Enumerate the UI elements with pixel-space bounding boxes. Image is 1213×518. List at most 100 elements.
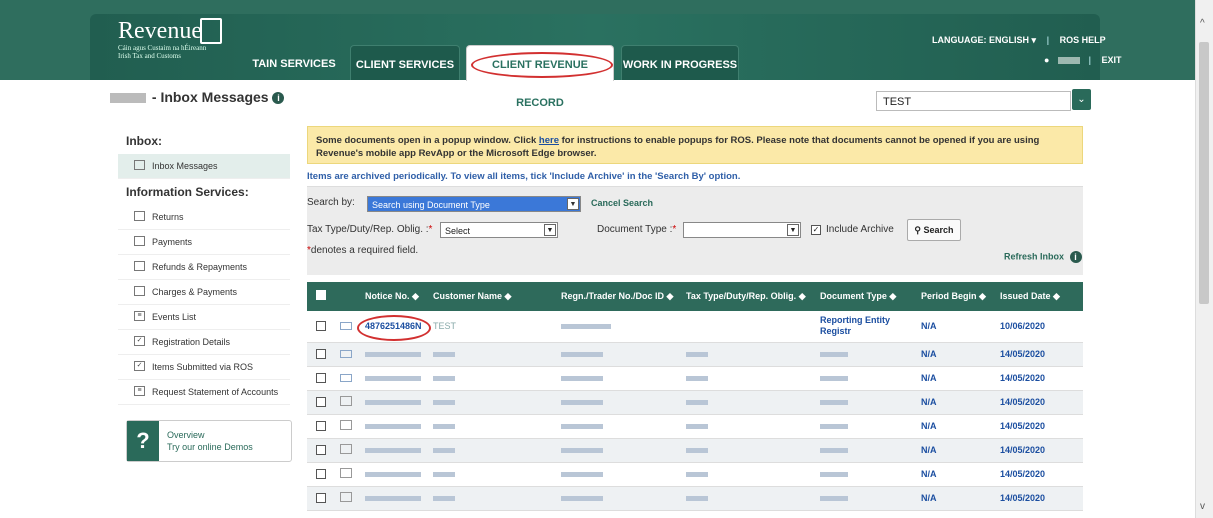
notice-number-link[interactable]: [365, 439, 421, 462]
info-icon[interactable]: i: [1069, 251, 1082, 263]
sidebar-item-charges[interactable]: Charges & Payments: [118, 280, 290, 305]
search-by-select[interactable]: Search using Document Type ▼: [367, 196, 581, 212]
scroll-up-icon[interactable]: ^: [1200, 18, 1205, 29]
sidebar-item-items-submitted[interactable]: ✓ Items Submitted via ROS: [118, 355, 290, 380]
document-type: [820, 367, 848, 390]
revenue-logo[interactable]: Revenue Cáin agus Custaim na hÉireann Ir…: [118, 18, 222, 60]
notice-number-link[interactable]: [365, 343, 421, 366]
archive-note: Items are archived periodically. To view…: [307, 171, 741, 182]
sidebar-item-request-statement[interactable]: ≡ Request Statement of Accounts: [118, 380, 290, 405]
row-checkbox[interactable]: [316, 321, 326, 331]
tab-work-in-progress[interactable]: WORK IN PROGRESS: [621, 45, 739, 80]
notice-number-link[interactable]: [365, 487, 421, 510]
required-note-text: denotes a required field.: [310, 245, 419, 256]
col-tax-type[interactable]: Tax Type/Duty/Rep. Oblig. ◆: [686, 282, 806, 311]
notice-number-link[interactable]: [365, 415, 421, 438]
sidebar-item-label: Inbox Messages: [152, 161, 218, 171]
search-button-label: Search: [923, 225, 954, 235]
col-notice-no[interactable]: Notice No. ◆: [365, 282, 419, 311]
sidebar-item-label: Payments: [152, 237, 193, 247]
inbox-table: Notice No. ◆ Customer Name ◆ Regn./Trade…: [307, 282, 1083, 511]
tax-type: [686, 367, 708, 390]
client-select[interactable]: TEST: [876, 91, 1071, 111]
select-all-checkbox[interactable]: [316, 290, 326, 300]
col-document-type[interactable]: Document Type ◆: [820, 282, 896, 311]
redacted-value: [820, 424, 848, 430]
info-icon[interactable]: i: [272, 92, 285, 105]
tab-client-services[interactable]: CLIENT SERVICES: [350, 45, 460, 80]
include-archive-checkbox[interactable]: ✓: [811, 225, 821, 235]
tax-type-select[interactable]: Select ▼: [440, 222, 558, 238]
browser-viewport: Revenue Cáin agus Custaim na hÉireann Ir…: [0, 0, 1196, 518]
document-type-select[interactable]: ▼: [683, 222, 801, 238]
row-checkbox[interactable]: [316, 493, 326, 503]
charges-icon: [134, 286, 145, 296]
scroll-down-icon[interactable]: v: [1200, 501, 1205, 512]
notice-number-link[interactable]: [365, 463, 421, 486]
table-row[interactable]: N/A 14/05/2020: [307, 439, 1083, 463]
cancel-search-link[interactable]: Cancel Search: [591, 198, 653, 208]
user-name-redacted: [1057, 57, 1080, 65]
envelope-open-icon: [340, 444, 352, 454]
returns-icon: [134, 211, 145, 221]
sidebar-item-events-list[interactable]: ≡ Events List: [118, 305, 290, 330]
tab-tain-services[interactable]: TAIN SERVICES: [248, 45, 340, 80]
col-customer-name[interactable]: Customer Name ◆: [433, 282, 511, 311]
sidebar-item-inbox-messages[interactable]: Inbox Messages: [118, 154, 290, 179]
row-checkbox[interactable]: [316, 469, 326, 479]
redacted-value: [686, 424, 708, 430]
exit-link[interactable]: EXIT: [1102, 55, 1122, 65]
regn-number: [561, 415, 603, 438]
user-menu: ● | EXIT: [1044, 55, 1122, 65]
refresh-inbox-link[interactable]: Refresh Inbox i: [1004, 251, 1082, 263]
ros-help-link[interactable]: ROS HELP: [1060, 35, 1106, 45]
scrollbar-thumb[interactable]: [1199, 42, 1209, 304]
row-checkbox[interactable]: [316, 373, 326, 383]
sidebar-item-payments[interactable]: Payments: [118, 230, 290, 255]
row-checkbox[interactable]: [316, 421, 326, 431]
table-row[interactable]: N/A 14/05/2020: [307, 463, 1083, 487]
envelope-open-icon: [340, 396, 352, 406]
table-row[interactable]: N/A 14/05/2020: [307, 391, 1083, 415]
search-button[interactable]: ⚲ Search: [907, 219, 961, 241]
redacted-value: [433, 352, 455, 358]
regn-number: [561, 439, 603, 462]
document-type-link[interactable]: Reporting Entity Registr: [820, 315, 910, 337]
notice-number-link[interactable]: [365, 391, 421, 414]
sidebar-item-returns[interactable]: Returns: [118, 205, 290, 230]
issued-date: 14/05/2020: [1000, 421, 1046, 431]
col-issued-date[interactable]: Issued Date ◆: [1000, 282, 1060, 311]
notice-number-link[interactable]: [365, 367, 421, 390]
col-period-begin[interactable]: Period Begin ◆: [921, 282, 986, 311]
row-checkbox[interactable]: [316, 397, 326, 407]
sidebar-item-refunds[interactable]: Refunds & Repayments: [118, 255, 290, 280]
sidebar-item-label: Request Statement of Accounts: [152, 387, 279, 397]
table-row[interactable]: N/A 14/05/2020: [307, 487, 1083, 511]
table-row[interactable]: N/A 14/05/2020: [307, 343, 1083, 367]
sidebar-item-registration-details[interactable]: ✓ Registration Details: [118, 330, 290, 355]
row-checkbox[interactable]: [316, 445, 326, 455]
row-checkbox[interactable]: [316, 349, 326, 359]
page-scrollbar[interactable]: ^ v: [1195, 0, 1213, 518]
chevron-down-icon[interactable]: ⌄: [1072, 89, 1091, 110]
table-row[interactable]: N/A 14/05/2020: [307, 415, 1083, 439]
table-row[interactable]: 4876251486N TEST Reporting Entity Regist…: [307, 311, 1083, 343]
tax-type-label: Tax Type/Duty/Rep. Oblig. :*: [307, 224, 433, 235]
redacted-value: [820, 472, 848, 478]
issued-date: 14/05/2020: [1000, 493, 1046, 503]
document-type: [820, 463, 848, 486]
highlight-oval-notice: [357, 315, 431, 341]
table-row[interactable]: N/A 14/05/2020: [307, 367, 1083, 391]
chevron-down-icon: ▾: [1031, 35, 1037, 45]
col-regn-trader[interactable]: Regn./Trader No./Doc ID ◆: [561, 282, 673, 311]
customer-name: TEST: [433, 321, 457, 331]
brand-name: Revenue: [118, 18, 202, 44]
include-archive-label: Include Archive: [826, 224, 894, 235]
header-label: Notice No.: [365, 291, 410, 301]
popup-notice: Some documents open in a popup window. C…: [307, 126, 1083, 164]
redacted-value: [686, 376, 708, 382]
notice-here-link[interactable]: here: [539, 135, 559, 146]
demo-box[interactable]: ? Overview Try our online Demos: [126, 420, 292, 462]
language-selector[interactable]: LANGUAGE: ENGLISH ▾ | ROS HELP: [932, 35, 1106, 46]
regn-number: [561, 367, 603, 390]
